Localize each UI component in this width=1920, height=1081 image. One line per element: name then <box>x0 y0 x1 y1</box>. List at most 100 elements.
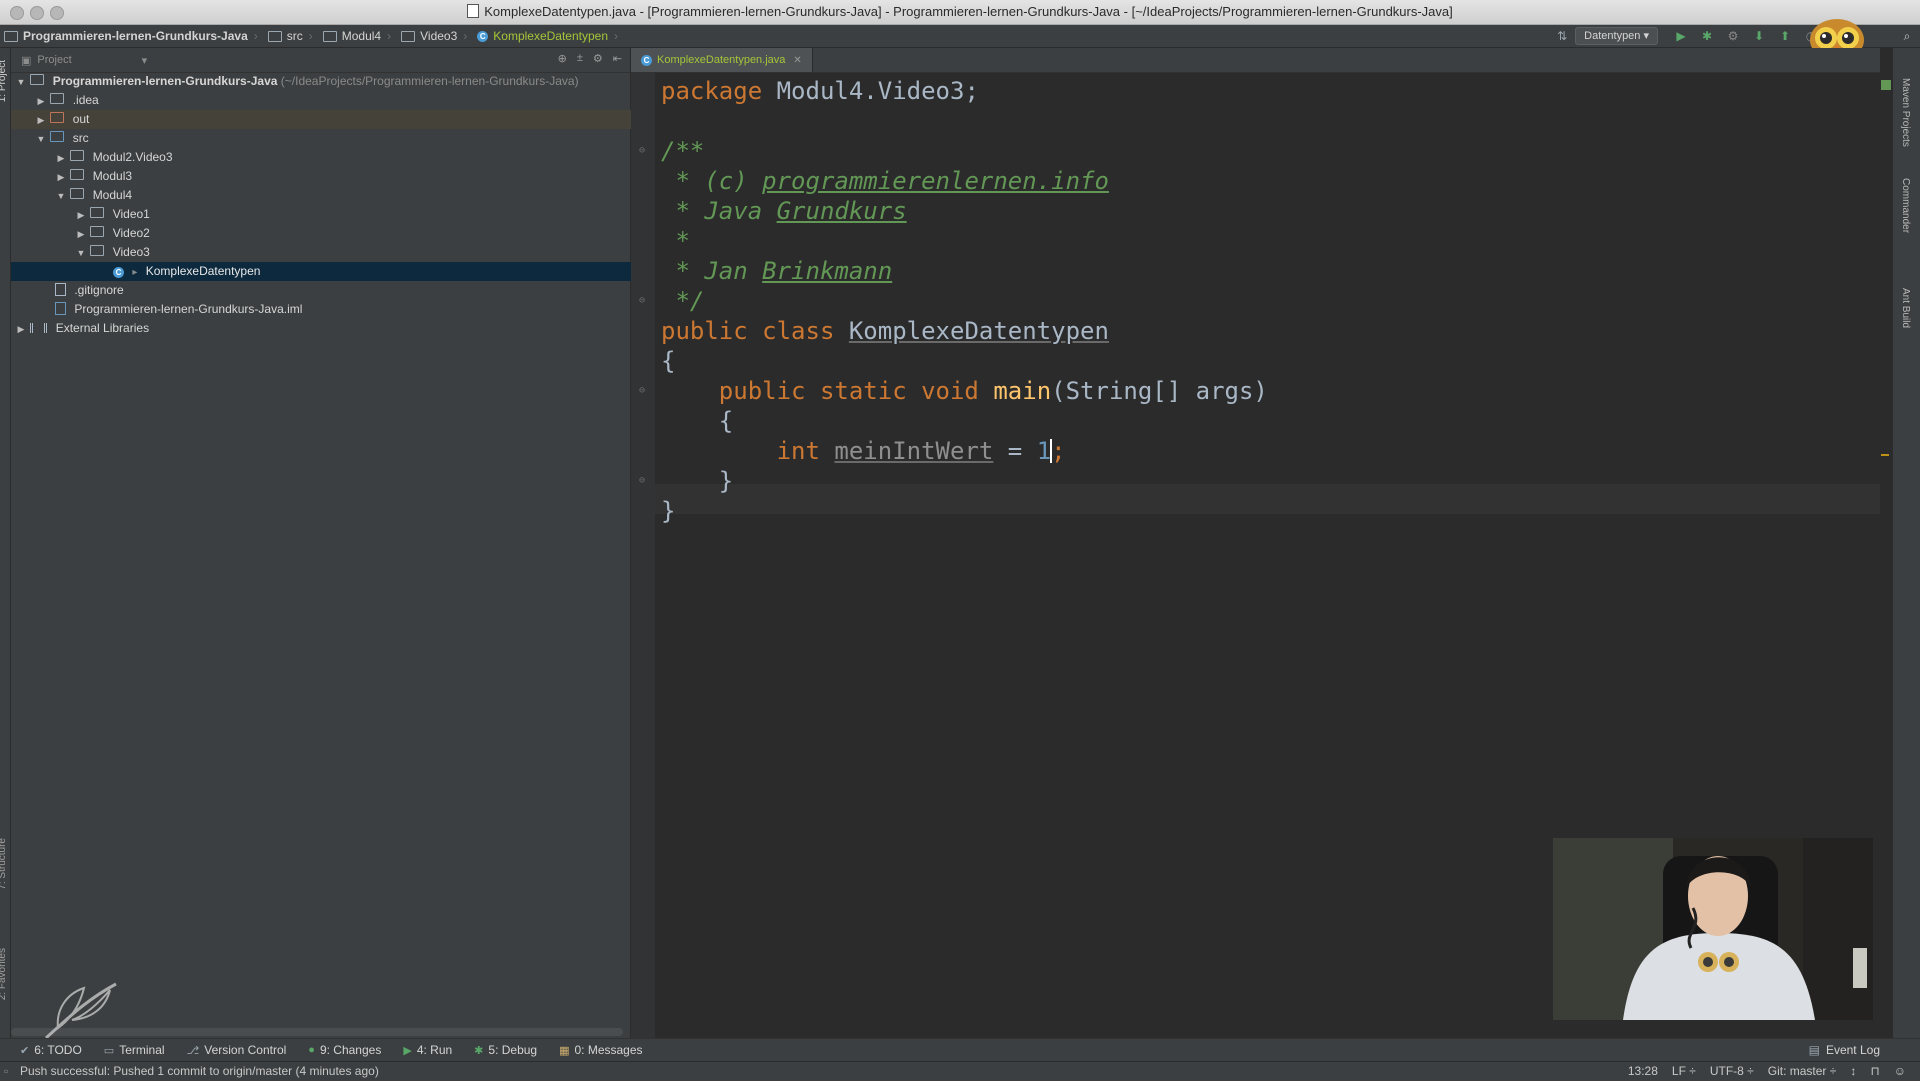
status-toggle-icon[interactable]: ▫ <box>4 1062 8 1081</box>
expand-arrow-icon[interactable]: ▼ <box>35 130 47 149</box>
run-icon[interactable]: ▶ <box>1674 29 1688 43</box>
expand-arrow-icon[interactable]: ▼ <box>75 244 87 263</box>
project-tool-tab[interactable]: 1: Project <box>0 60 8 102</box>
code-line-5: * Java Grundkurs <box>661 197 907 225</box>
breadcrumb-src[interactable]: src › <box>264 25 319 47</box>
package-icon <box>90 226 105 237</box>
breadcrumb-project[interactable]: Programmieren-lernen-Grundkurs-Java › <box>0 25 264 47</box>
maven-projects-tab[interactable]: Maven Projects <box>1900 78 1911 147</box>
collapse-arrow-icon[interactable]: ▶ <box>75 225 87 244</box>
minimize-window-button[interactable] <box>30 6 44 20</box>
code-line-12: { <box>718 407 734 435</box>
hide-panel-icon[interactable]: ⇤ <box>613 52 622 65</box>
search-everywhere-icon[interactable]: ⌕ <box>1900 29 1914 43</box>
tree-item-src[interactable]: ▼ src <box>11 129 654 148</box>
collapse-arrow-icon[interactable]: ▶ <box>35 92 47 111</box>
zoom-window-button[interactable] <box>50 6 64 20</box>
collapse-arrow-icon[interactable]: ▶ <box>55 168 67 187</box>
feather-watermark-icon <box>44 982 117 1040</box>
inspector-icon[interactable]: ☺ <box>1894 1062 1906 1081</box>
status-message[interactable]: Push successful: Pushed 1 commit to orig… <box>20 1062 379 1081</box>
fold-marker-icon[interactable]: ⊖ <box>639 466 645 496</box>
event-log-tool-button[interactable]: ▤ Event Log <box>1809 1039 1880 1061</box>
project-view-icon: ▣ <box>21 54 32 67</box>
code-line-13: int meinIntWert = 1; <box>776 437 1066 465</box>
tree-item-modul3[interactable]: ▶ Modul3 <box>11 167 674 186</box>
tree-item-komplexedatentypen[interactable]: C ▸ KomplexeDatentypen <box>11 262 732 281</box>
tree-item-external-libraries[interactable]: ▶ External Libraries <box>11 319 634 338</box>
tree-item-video3[interactable]: ▼ Video3 <box>11 243 694 262</box>
tree-item-idea[interactable]: ▶ .idea <box>11 91 654 110</box>
expand-arrow-icon[interactable]: ▼ <box>55 187 67 206</box>
code-line-8: ⊖ */ <box>639 287 705 315</box>
close-window-button[interactable] <box>10 6 24 20</box>
module-folder-icon <box>30 74 45 85</box>
collapse-arrow-icon[interactable]: ▶ <box>35 111 47 130</box>
vcs-commit-icon[interactable]: ⬆ <box>1778 29 1792 43</box>
code-line-9: public class KomplexeDatentypen <box>661 317 1109 345</box>
structure-tool-tab[interactable]: 7: Structure <box>0 838 8 890</box>
coverage-icon[interactable]: ⚙ <box>1726 29 1740 43</box>
breadcrumb-class[interactable]: C KomplexeDatentypen › <box>473 25 624 47</box>
tree-root-project[interactable]: ▼ Programmieren-lernen-Grundkurs-Java (~… <box>11 72 634 91</box>
package-icon <box>322 30 337 42</box>
project-view-header[interactable]: ▣ Project ▾ ⊕ ± ⚙ ⇤ <box>11 48 630 73</box>
close-tab-icon[interactable]: ✕ <box>793 55 801 66</box>
changes-tool-button[interactable]: ● 9: Changes <box>298 1039 393 1061</box>
panel-settings-gear-icon[interactable]: ⚙ <box>593 52 603 65</box>
git-branch-select[interactable]: Git: master ÷ <box>1768 1062 1837 1081</box>
tree-item-iml-file[interactable]: Programmieren-lernen-Grundkurs-Java.iml <box>11 300 674 319</box>
lock-icon[interactable]: ⊓ <box>1870 1062 1879 1081</box>
editor-tab-komplexedatentypen[interactable]: C KomplexeDatentypen.java ✕ <box>631 48 813 72</box>
debug-tool-button[interactable]: ✱ 5: Debug <box>464 1039 549 1061</box>
project-view-select[interactable]: Project <box>37 54 71 66</box>
encoding-select[interactable]: UTF-8 ÷ <box>1710 1062 1754 1081</box>
inspection-ok-icon[interactable] <box>1881 80 1891 90</box>
collapse-arrow-icon[interactable]: ▶ <box>15 320 27 339</box>
commander-tab[interactable]: Commander <box>1900 178 1911 233</box>
tree-item-gitignore[interactable]: .gitignore <box>11 281 674 300</box>
fold-marker-icon[interactable]: ⊖ <box>639 376 645 406</box>
version-control-tool-button[interactable]: ⎇ Version Control <box>177 1039 299 1061</box>
run-tool-button[interactable]: ▶ 4: Run <box>393 1039 464 1061</box>
changes-icon: ● <box>308 1044 315 1056</box>
editor-gutter[interactable] <box>631 72 655 1038</box>
ant-build-tab[interactable]: Ant Build <box>1900 288 1911 328</box>
favorites-tool-tab[interactable]: 2: Favorites <box>0 948 8 1000</box>
expand-arrow-icon[interactable]: ▼ <box>15 73 27 92</box>
breadcrumb-modul4[interactable]: Modul4 › <box>319 25 397 47</box>
text-file-icon <box>55 283 66 296</box>
terminal-tool-button[interactable]: ▭ Terminal <box>94 1039 177 1061</box>
package-icon <box>90 207 105 218</box>
code-line-4: * (c) programmierenlernen.info <box>661 167 1109 195</box>
fold-marker-icon[interactable]: ⊖ <box>639 286 645 316</box>
warning-marker[interactable] <box>1881 454 1889 456</box>
tree-item-out[interactable]: ▶ out <box>11 110 654 129</box>
tree-item-video1[interactable]: ▶ Video1 <box>11 205 694 224</box>
navigation-bar: Programmieren-lernen-Grundkurs-Java › src… <box>0 25 1920 48</box>
window-title-bar: KomplexeDatentypen.java - [Programmieren… <box>0 0 1920 25</box>
excluded-folder-icon <box>50 112 65 123</box>
fold-marker-icon[interactable]: ⊖ <box>639 136 645 166</box>
error-stripe[interactable] <box>1880 48 1892 1038</box>
collapse-all-icon[interactable]: ± <box>577 52 583 65</box>
collapse-arrow-icon[interactable]: ▶ <box>75 206 87 225</box>
breadcrumb-video3[interactable]: Video3 › <box>397 25 473 47</box>
caret-position[interactable]: 13:28 <box>1628 1062 1658 1081</box>
sort-icon[interactable]: ↕ <box>1850 1062 1856 1081</box>
debug-icon[interactable]: ✱ <box>1700 29 1714 43</box>
window-title: KomplexeDatentypen.java - [Programmieren… <box>484 4 1453 19</box>
line-separator-select[interactable]: LF ÷ <box>1672 1062 1696 1081</box>
tree-item-video2[interactable]: ▶ Video2 <box>11 224 694 243</box>
chevron-down-icon[interactable]: ▾ <box>142 54 148 67</box>
todo-tool-button[interactable]: ✔ 6: TODO <box>0 1039 94 1061</box>
scroll-from-source-icon[interactable]: ⊕ <box>558 52 567 65</box>
messages-tool-button[interactable]: ▦ 0: Messages <box>549 1039 654 1061</box>
library-icon <box>30 323 48 333</box>
tree-item-modul2-video3[interactable]: ▶ Modul2.Video3 <box>11 148 674 167</box>
run-configuration-select[interactable]: Datentypen ▾ <box>1575 27 1658 45</box>
vcs-update-icon[interactable]: ⬇ <box>1752 29 1766 43</box>
collapse-arrow-icon[interactable]: ▶ <box>55 149 67 168</box>
project-structure-icon[interactable]: ⇅ <box>1555 29 1569 43</box>
tree-item-modul4[interactable]: ▼ Modul4 <box>11 186 674 205</box>
